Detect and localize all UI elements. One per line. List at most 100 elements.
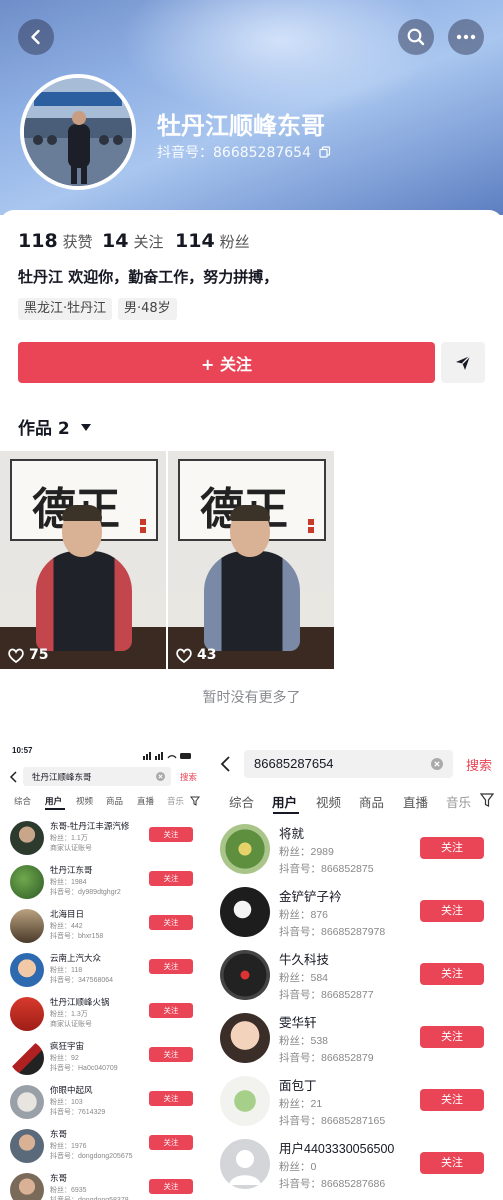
back-button[interactable] <box>18 19 54 55</box>
user-sub: 抖音号：7614329 <box>50 1109 106 1116</box>
user-name: 将就 <box>279 827 305 841</box>
tab-products[interactable]: 商品 <box>106 795 123 807</box>
follow-button[interactable]: + 关注 <box>18 342 435 383</box>
tab-music[interactable]: 音乐 <box>446 792 472 811</box>
user-name: 北海目日 <box>50 909 85 919</box>
status-time: 10:57 <box>12 746 33 755</box>
video-likes: 43 <box>176 647 216 663</box>
follow-button[interactable]: 关注 <box>149 1135 193 1150</box>
follow-button[interactable]: 关注 <box>149 915 193 930</box>
search-result-row[interactable]: 东哥-牡丹江丰源汽修 粉丝：1.1万 商家认证账号 关注 <box>0 818 210 862</box>
follow-button[interactable]: 关注 <box>420 963 484 985</box>
user-avatar[interactable] <box>10 1085 44 1119</box>
search-button[interactable]: 搜索 <box>466 755 492 774</box>
user-avatar[interactable] <box>10 865 44 899</box>
profile-avatar[interactable] <box>20 74 136 190</box>
follow-button[interactable]: 关注 <box>420 1152 484 1174</box>
search-result-row[interactable]: 东哥粉丝：6935抖音号：dongdong58378 关注 <box>0 1170 210 1200</box>
tab-videos[interactable]: 视频 <box>76 795 93 807</box>
follow-button[interactable]: 关注 <box>420 1026 484 1048</box>
search-result-row[interactable]: 牛久科技 粉丝：584 抖音号：866852877 关注 <box>212 948 503 1011</box>
user-id: 抖音号：866852879 <box>279 1052 374 1064</box>
following-stat[interactable]: 14 关注 <box>102 230 163 252</box>
user-avatar[interactable] <box>10 909 44 943</box>
filter-icon[interactable] <box>190 796 200 806</box>
user-fans: 粉丝：1976 <box>50 1143 87 1150</box>
douyin-id: 抖音号：86685287654 <box>157 145 311 161</box>
tab-live[interactable]: 直播 <box>137 795 154 807</box>
user-avatar[interactable] <box>220 1013 270 1063</box>
search-button[interactable] <box>398 19 434 55</box>
user-name: 云南上汽大众 <box>50 953 102 963</box>
user-avatar[interactable] <box>10 1129 44 1163</box>
search-button[interactable]: 搜索 <box>180 771 197 783</box>
clear-icon[interactable] <box>431 758 443 770</box>
user-avatar[interactable] <box>220 887 270 937</box>
tab-general[interactable]: 综合 <box>229 792 254 811</box>
tab-live[interactable]: 直播 <box>403 792 428 811</box>
follow-button[interactable]: 关注 <box>420 900 484 922</box>
user-id: 抖音号：86685287165 <box>279 1115 386 1127</box>
tab-music[interactable]: 音乐 <box>167 795 184 807</box>
filter-icon[interactable] <box>480 793 494 807</box>
video-card-2[interactable]: 德正 43 <box>168 451 334 669</box>
follow-button[interactable]: 关注 <box>420 837 484 859</box>
back-icon[interactable] <box>220 756 232 772</box>
follow-button[interactable]: 关注 <box>149 827 193 842</box>
follow-button[interactable]: 关注 <box>149 871 193 886</box>
followers-stat[interactable]: 114 粉丝 <box>175 230 250 252</box>
tab-videos[interactable]: 视频 <box>316 792 341 811</box>
user-avatar[interactable] <box>220 1139 270 1189</box>
follow-button[interactable]: 关注 <box>149 1179 193 1194</box>
tab-users[interactable]: 用户 <box>272 792 297 811</box>
user-avatar[interactable] <box>220 950 270 1000</box>
share-button[interactable] <box>441 342 485 383</box>
user-fans: 粉丝：1.1万 <box>50 835 88 842</box>
follow-button[interactable]: 关注 <box>149 1047 193 1062</box>
search-result-row[interactable]: 雯华轩 粉丝：538 抖音号：866852879 关注 <box>212 1011 503 1074</box>
more-button[interactable] <box>448 19 484 55</box>
search-result-row[interactable]: 疯狂宇宙 粉丝：92 抖音号：Ha0c040709 关注 <box>0 1038 210 1082</box>
search-result-row[interactable]: 牡丹江东哥 粉丝：1984 抖音号：dy989dtghgr2 关注 <box>0 862 210 906</box>
copy-icon[interactable] <box>319 146 331 158</box>
follow-button[interactable]: 关注 <box>420 1089 484 1111</box>
user-name: 你眼中起风 <box>50 1085 93 1095</box>
user-avatar[interactable] <box>220 1076 270 1126</box>
more-icon <box>456 34 476 40</box>
follow-button[interactable]: 关注 <box>149 959 193 974</box>
user-sub: 抖音号：dongdong58378 <box>50 1195 129 1200</box>
user-avatar[interactable] <box>220 824 270 874</box>
search-result-row[interactable]: 用户4403330056500 粉丝：0 抖音号：86685287686 关注 <box>212 1137 503 1200</box>
search-result-row[interactable]: 东哥 粉丝：1976 抖音号：dongdong205675 关注 <box>0 1126 210 1170</box>
works-tab[interactable]: 作品 2 <box>18 414 92 439</box>
user-sub: 抖音号：dongdong205675 <box>50 1153 133 1160</box>
search-result-row[interactable]: 将就 粉丝：2989 抖音号：866852875 关注 <box>212 822 503 885</box>
back-icon[interactable] <box>9 771 19 783</box>
search-result-row[interactable]: 金铲铲子衿 粉丝：876 抖音号：86685287978 关注 <box>212 885 503 948</box>
search-result-row[interactable]: 牡丹江顺峰火锅 粉丝：1.3万 商家认证账号 关注 <box>0 994 210 1038</box>
user-avatar[interactable] <box>10 1173 44 1200</box>
clear-icon[interactable] <box>156 772 165 781</box>
search-result-row[interactable]: 北海目日 粉丝：442 抖音号：bhxr158 关注 <box>0 906 210 950</box>
user-avatar[interactable] <box>10 821 44 855</box>
user-fans: 粉丝：103 <box>50 1099 83 1106</box>
user-avatar[interactable] <box>10 953 44 987</box>
search-result-row[interactable]: 面包丁 粉丝：21 抖音号：86685287165 关注 <box>212 1074 503 1137</box>
user-id: 抖音号：86685287686 <box>279 1178 386 1190</box>
tab-general[interactable]: 综合 <box>14 795 31 807</box>
tab-users[interactable]: 用户 <box>45 795 62 807</box>
tab-products[interactable]: 商品 <box>359 792 384 811</box>
user-fans: 粉丝：21 <box>279 1098 323 1110</box>
video-card-1[interactable]: 德正 75 <box>0 451 166 669</box>
user-avatar[interactable] <box>10 997 44 1031</box>
search-result-row[interactable]: 云南上汽大众 粉丝：118 抖音号：347568064 关注 <box>0 950 210 994</box>
user-fans: 粉丝：0 <box>279 1161 317 1173</box>
follow-button[interactable]: 关注 <box>149 1003 193 1018</box>
likes-stat[interactable]: 118 获赞 <box>18 230 93 252</box>
user-sub: 抖音号：347568064 <box>50 977 114 984</box>
search-input[interactable]: 86685287654 <box>244 750 453 778</box>
user-avatar[interactable] <box>10 1041 44 1075</box>
search-input[interactable]: 牡丹江顺峰东哥 <box>23 767 171 786</box>
follow-button[interactable]: 关注 <box>149 1091 193 1106</box>
search-result-row[interactable]: 你眼中起风粉丝：103 抖音号：7614329 关注 <box>0 1082 210 1126</box>
